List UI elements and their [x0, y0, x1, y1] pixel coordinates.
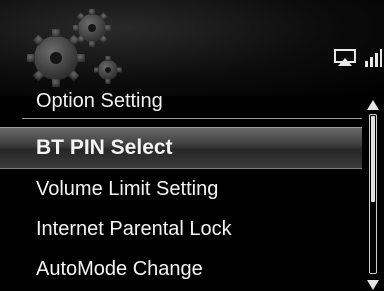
gears-icon [27, 9, 122, 87]
header-background [0, 0, 384, 96]
menu-item-volume-limit-setting[interactable]: Volume Limit Setting [0, 169, 362, 209]
airplay-icon [334, 49, 356, 67]
menu-item-label: Volume Limit Setting [36, 177, 219, 200]
status-icons [334, 46, 382, 70]
menu-item-label: BT PIN Select [36, 136, 173, 159]
scrollbar[interactable] [366, 100, 380, 291]
menu-item-automode-change[interactable]: AutoMode Change [0, 249, 362, 289]
menu-item-label: AutoMode Change [36, 257, 203, 280]
scroll-up-arrow-icon[interactable] [367, 100, 379, 110]
signal-bars-icon [364, 49, 382, 67]
menu-item-label: Internet Parental Lock [36, 217, 232, 240]
section-title: Option Setting [36, 90, 163, 112]
title-divider [22, 118, 362, 119]
scroll-thumb[interactable] [371, 116, 375, 202]
menu-item-internet-parental-lock[interactable]: Internet Parental Lock [0, 209, 362, 249]
menu-item-bt-pin-select[interactable]: BT PIN Select [0, 127, 362, 169]
scroll-track[interactable] [369, 114, 377, 274]
scroll-down-arrow-icon[interactable] [367, 280, 379, 290]
menu-list: BT PIN Select Volume Limit Setting Inter… [0, 127, 362, 289]
